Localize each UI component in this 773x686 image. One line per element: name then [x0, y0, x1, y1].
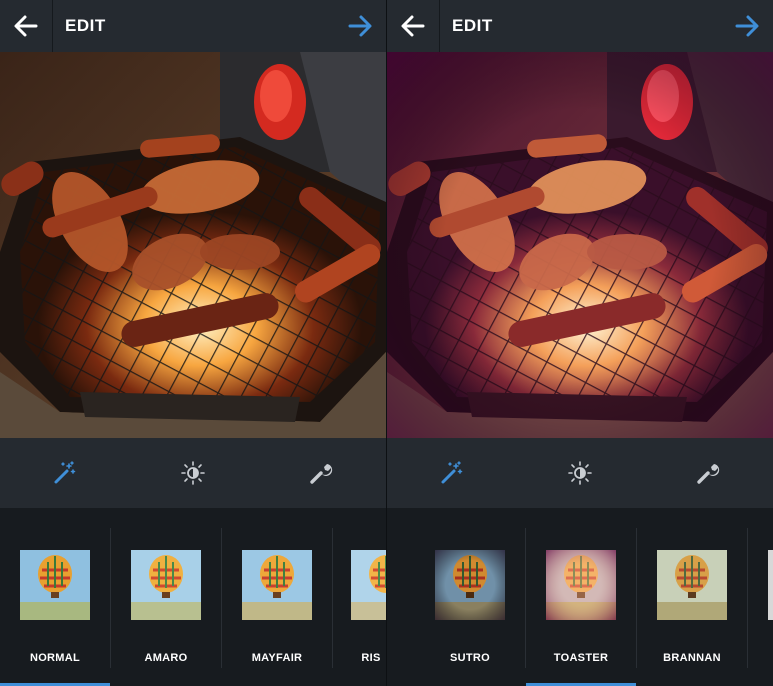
brightness-icon: [181, 461, 205, 485]
settings-tool-button[interactable]: [298, 450, 344, 496]
next-button[interactable]: [340, 6, 380, 46]
brightness-icon: [568, 461, 592, 485]
next-arrow-icon: [348, 15, 372, 37]
back-arrow-icon: [401, 15, 425, 37]
filter-toaster[interactable]: TOASTER: [526, 528, 636, 668]
filter-thumbnail: [435, 550, 505, 620]
filter-label: AMARO: [144, 652, 188, 664]
filter-label: TOASTER: [553, 652, 609, 664]
filter-tool-button[interactable]: [428, 450, 474, 496]
filter-label: MAYFAIR: [251, 652, 303, 664]
filter-brannan[interactable]: BRANNAN: [637, 528, 747, 668]
filter-label: NORMAL: [29, 652, 81, 664]
filter-label: RIS: [361, 652, 381, 664]
filter-thumbnail: [657, 550, 727, 620]
back-arrow-icon: [14, 15, 38, 37]
tools-bar: [387, 438, 773, 508]
filter-thumbnail: [242, 550, 312, 620]
filter-strip: NORMAL AMARO MAYFAIR RIS: [0, 508, 386, 686]
next-arrow-icon: [735, 15, 759, 37]
filter-mayfair[interactable]: MAYFAIR: [222, 528, 332, 668]
top-bar: EDIT: [0, 0, 386, 52]
filter-thumbnail: [768, 550, 773, 620]
filter-sutro[interactable]: SUTRO: [415, 528, 525, 668]
page-title: EDIT: [452, 16, 493, 35]
filter-label: BRANNAN: [663, 652, 721, 664]
settings-tool-button[interactable]: [685, 450, 731, 496]
next-button[interactable]: [727, 6, 767, 46]
edit-screen-normal: EDIT NORMAL AMARO MAYFAIR RIS: [0, 0, 386, 686]
filter-thumbnail: [546, 550, 616, 620]
photo-preview: [0, 52, 386, 438]
topbar-divider: [439, 0, 440, 52]
filter-thumbnail: [351, 550, 386, 620]
filter-thumbnail: [20, 550, 90, 620]
top-bar: EDIT: [387, 0, 773, 52]
wrench-icon: [310, 464, 333, 484]
lux-tool-button[interactable]: [557, 450, 603, 496]
filter-next-partial[interactable]: [748, 528, 773, 668]
topbar-divider: [52, 0, 53, 52]
filter-strip: SUTRO TOASTER BRANNAN: [387, 508, 773, 686]
lux-tool-button[interactable]: [170, 450, 216, 496]
magic-wand-icon: [441, 461, 463, 484]
tools-bar: [0, 438, 386, 508]
filter-rise[interactable]: RIS: [333, 528, 386, 668]
back-button[interactable]: [393, 6, 433, 46]
filter-normal[interactable]: NORMAL: [0, 528, 110, 668]
edit-screen-filtered: EDIT SUTRO TOASTER BRANNAN: [387, 0, 773, 686]
filter-thumbnail: [131, 550, 201, 620]
filter-label: SUTRO: [450, 652, 490, 664]
page-title: EDIT: [65, 16, 106, 35]
wrench-icon: [697, 464, 720, 484]
photo-preview: [387, 52, 773, 438]
magic-wand-icon: [54, 461, 76, 484]
filter-amaro[interactable]: AMARO: [111, 528, 221, 668]
filter-tool-button[interactable]: [41, 450, 87, 496]
back-button[interactable]: [6, 6, 46, 46]
